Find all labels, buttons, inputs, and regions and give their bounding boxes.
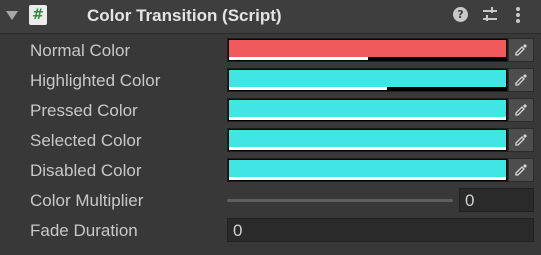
color-multiplier-input[interactable]: 0 xyxy=(459,188,534,212)
selected-color-eyedropper-button[interactable] xyxy=(508,128,534,152)
color-multiplier-slider[interactable] xyxy=(227,199,453,202)
selected-color-label: Selected Color xyxy=(30,131,142,150)
normal-color-eyedropper-button[interactable] xyxy=(508,38,534,62)
inspector-panel: # Color Transition (Script) ? Normal Col… xyxy=(0,0,541,255)
fade-duration-label: Fade Duration xyxy=(30,221,138,240)
highlighted-color-label: Highlighted Color xyxy=(30,71,161,90)
highlighted-color-eyedropper-button[interactable] xyxy=(508,68,534,92)
selected-color-row: Selected Color xyxy=(0,126,541,156)
component-header[interactable]: # Color Transition (Script) ? xyxy=(0,0,541,34)
pressed-color-eyedropper-button[interactable] xyxy=(508,98,534,122)
normal-color-row: Normal Color xyxy=(0,36,541,66)
eyedropper-icon xyxy=(515,44,527,56)
highlighted-color-field[interactable] xyxy=(227,68,508,92)
highlighted-color-alpha-bar xyxy=(229,87,506,90)
eyedropper-icon xyxy=(515,164,527,176)
disabled-color-label: Disabled Color xyxy=(30,161,142,180)
disabled-color-eyedropper-button[interactable] xyxy=(508,158,534,182)
fade-duration-row: Fade Duration 0 xyxy=(0,216,541,246)
normal-color-field[interactable] xyxy=(227,38,508,62)
color-multiplier-row: Color Multiplier 0 xyxy=(0,186,541,216)
pressed-color-alpha-bar xyxy=(229,117,506,120)
script-icon: # xyxy=(29,5,47,25)
pressed-color-swatch xyxy=(229,100,506,118)
eyedropper-icon xyxy=(515,134,527,146)
help-icon[interactable]: ? xyxy=(453,7,468,22)
script-icon-glyph: # xyxy=(32,7,44,23)
presets-icon[interactable] xyxy=(483,7,497,23)
normal-color-swatch xyxy=(229,40,506,58)
normal-color-alpha-bar xyxy=(229,57,506,60)
foldout-triangle-icon[interactable] xyxy=(6,11,18,20)
highlighted-color-swatch xyxy=(229,70,506,88)
kebab-menu-icon[interactable] xyxy=(516,7,520,23)
eyedropper-icon xyxy=(515,74,527,86)
disabled-color-swatch xyxy=(229,160,506,178)
selected-color-swatch xyxy=(229,130,506,148)
highlighted-color-row: Highlighted Color xyxy=(0,66,541,96)
disabled-color-field[interactable] xyxy=(227,158,508,182)
color-multiplier-label: Color Multiplier xyxy=(30,191,144,210)
disabled-color-alpha-bar xyxy=(229,177,506,180)
pressed-color-field[interactable] xyxy=(227,98,508,122)
selected-color-field[interactable] xyxy=(227,128,508,152)
component-title: Color Transition (Script) xyxy=(87,6,282,25)
selected-color-alpha-bar xyxy=(229,147,506,150)
normal-color-label: Normal Color xyxy=(30,41,131,60)
eyedropper-icon xyxy=(515,104,527,116)
fade-duration-input[interactable]: 0 xyxy=(227,218,534,242)
disabled-color-row: Disabled Color xyxy=(0,156,541,186)
pressed-color-label: Pressed Color xyxy=(30,101,138,120)
pressed-color-row: Pressed Color xyxy=(0,96,541,126)
